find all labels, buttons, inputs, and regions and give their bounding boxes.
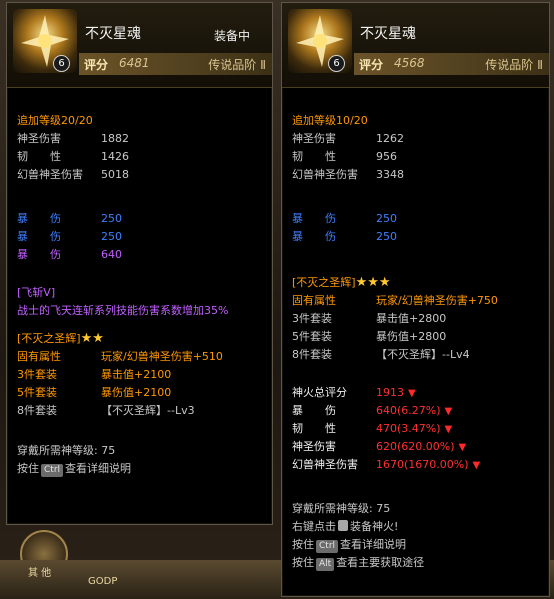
score-label: 评分 <box>359 58 384 72</box>
arrow-down-icon: ▼ <box>444 406 453 417</box>
score-value: 4568 <box>394 56 425 70</box>
skill-title: [飞斩Ⅴ] <box>17 286 56 299</box>
compare-row: 韧 性 470(3.47%) ▼ <box>292 422 453 435</box>
stat-row: 神圣伤害 1262 <box>292 132 404 145</box>
score-bar: 评分 4568 传说品阶 Ⅱ <box>354 53 549 75</box>
set-row: 固有属性 玩家/幻兽神圣伤害+510 <box>17 350 223 363</box>
set-row: 5件套装 暴伤值+2800 <box>292 330 447 343</box>
crit-stat-row: 暴 伤 250 <box>292 230 397 243</box>
arrow-down-icon: ▼ <box>408 388 416 399</box>
score-value: 6481 <box>119 56 150 70</box>
set-row: 固有属性 玩家/幻兽神圣伤害+750 <box>292 294 498 307</box>
compare-row: 暴 伤 640(6.27%) ▼ <box>292 404 453 417</box>
upgrade-level: 追加等级10/20 <box>292 114 368 127</box>
compare-row: 神火总评分 1913 ▼ <box>292 386 416 399</box>
stat-row: 韧 性 956 <box>292 150 397 163</box>
compare-row: 神圣伤害 620(620.00%) ▼ <box>292 440 467 453</box>
set-row: 3件套装 暴击值+2100 <box>17 368 172 381</box>
tooltip-header: 6 不灭星魂 装备中 评分 6481 传说品阶 Ⅱ <box>7 3 272 88</box>
arrow-down-icon: ▼ <box>458 442 467 453</box>
set-row: 8件套装 【不灭圣辉】--Lv3 <box>17 404 195 417</box>
compare-item-tooltip: 6 不灭星魂 评分 4568 传说品阶 Ⅱ 追加等级10/20 神圣伤害 1262… <box>281 2 550 597</box>
toolbar-label-other[interactable]: 其 他 <box>28 564 51 579</box>
tooltip-body: 追加等级10/20 神圣伤害 1262 韧 性 956 幻兽神圣伤害 3348 暴 伤… <box>282 88 549 578</box>
item-name: 不灭星魂 <box>85 26 141 42</box>
level-badge: 6 <box>53 55 70 72</box>
level-badge: 6 <box>328 55 345 72</box>
score-bar: 评分 6481 传说品阶 Ⅱ <box>79 53 272 75</box>
ctrl-hint: 按住 Ctrl 查看详细说明 <box>292 538 407 553</box>
stat-row: 韧 性 1426 <box>17 150 129 163</box>
score-label: 评分 <box>84 58 109 72</box>
set-title-row: [不灭之圣辉]★★★ <box>292 275 391 290</box>
set-stars: ★★★ <box>355 275 391 290</box>
tooltip-body: 追加等级20/20 神圣伤害 1882 韧 性 1426 幻兽神圣伤害 5018 暴 … <box>7 88 272 484</box>
item-name: 不灭星魂 <box>360 26 416 42</box>
upgrade-level: 追加等级20/20 <box>17 114 93 127</box>
ctrl-key: Ctrl <box>41 464 64 477</box>
rank-label: 传说品阶 Ⅱ <box>485 58 543 72</box>
equipped-label: 装备中 <box>213 29 250 43</box>
ctrl-hint: 按住 Ctrl 查看详细说明 <box>17 462 132 477</box>
right-click-hint: 右键点击 装备神火! <box>292 520 399 533</box>
arrow-down-icon: ▼ <box>444 424 453 435</box>
crit-stat-row: 暴 伤 250 <box>17 212 122 225</box>
required-level: 穿戴所需神等级: 75 <box>292 502 391 515</box>
set-stars: ★★ <box>80 331 104 346</box>
toolbar-label-godp: GODP <box>88 576 118 587</box>
stat-row: 神圣伤害 1882 <box>17 132 129 145</box>
ctrl-key: Ctrl <box>316 540 339 553</box>
bag-icon <box>338 520 348 531</box>
set-row: 5件套装 暴伤值+2100 <box>17 386 172 399</box>
alt-key: Alt <box>316 558 335 571</box>
compare-row: 幻兽神圣伤害 1670(1670.00%) ▼ <box>292 458 481 471</box>
crit-stat-row: 暴 伤 250 <box>17 230 122 243</box>
required-level: 穿戴所需神等级: 75 <box>17 444 116 457</box>
skill-description: 战士的飞天连斩系列技能伤害系数增加35% <box>17 304 229 317</box>
stat-row: 幻兽神圣伤害 3348 <box>292 168 404 181</box>
arrow-down-icon: ▼ <box>472 460 481 471</box>
alt-hint: 按住 Alt 查看主要获取途径 <box>292 556 425 571</box>
tooltip-header: 6 不灭星魂 评分 4568 传说品阶 Ⅱ <box>282 3 549 88</box>
crit-stat-row: 暴 伤 250 <box>292 212 397 225</box>
set-title-row: [不灭之圣辉]★★ <box>17 331 104 346</box>
stat-row: 幻兽神圣伤害 5018 <box>17 168 129 181</box>
set-row: 8件套装 【不灭圣辉】--Lv4 <box>292 348 470 361</box>
rank-label: 传说品阶 Ⅱ <box>208 58 266 72</box>
equipped-item-tooltip: 6 不灭星魂 装备中 评分 6481 传说品阶 Ⅱ 追加等级20/20 神圣伤害… <box>6 2 273 525</box>
crit-stat-row: 暴 伤 640 <box>17 248 122 261</box>
set-row: 3件套装 暴击值+2800 <box>292 312 447 325</box>
